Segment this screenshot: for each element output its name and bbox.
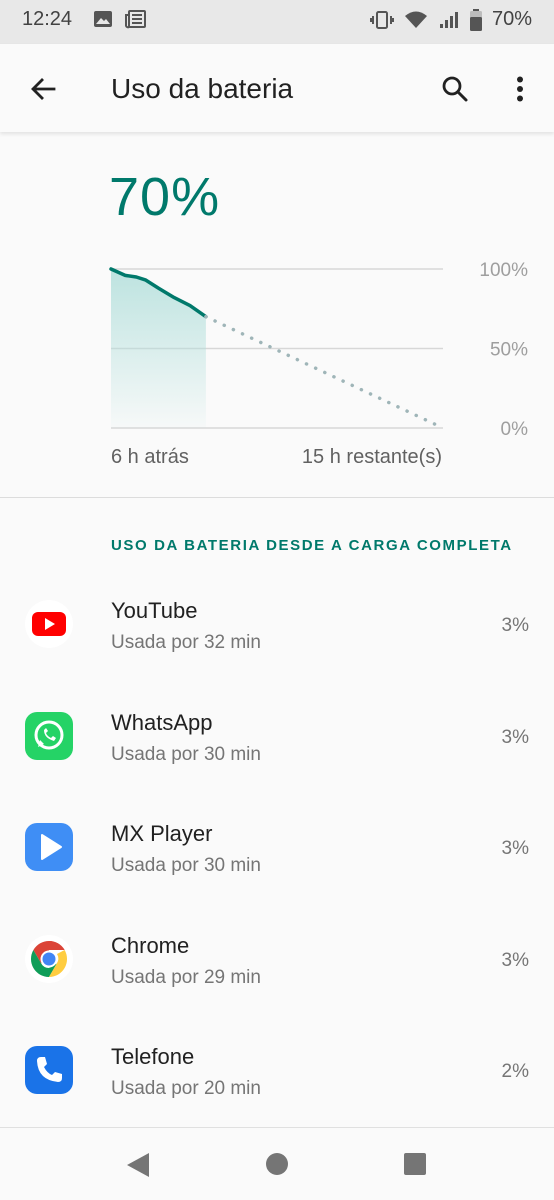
- app-percent: 3%: [501, 949, 529, 971]
- status-left-icons: [93, 9, 147, 29]
- app-row-telefone[interactable]: Telefone Usada por 20 min 2%: [0, 1014, 554, 1126]
- back-button[interactable]: [24, 70, 62, 108]
- battery-chart: 100% 50% 0%: [109, 260, 529, 440]
- app-name: MX Player: [111, 821, 213, 846]
- more-options-button[interactable]: [501, 70, 539, 108]
- app-usage: Usada por 30 min: [111, 743, 261, 765]
- whatsapp-icon: [25, 711, 73, 760]
- app-usage: Usada por 32 min: [111, 632, 261, 653]
- status-battery-percent: 70%: [491, 8, 532, 30]
- app-row-mx-player[interactable]: MX Player Usada por 30 min 3%: [0, 791, 554, 903]
- app-bar: Uso da bateria: [0, 44, 554, 132]
- nav-back-icon[interactable]: [125, 1151, 151, 1179]
- app-percent: 3%: [501, 838, 529, 859]
- divider: [0, 497, 554, 498]
- app-name: Telefone: [111, 1044, 195, 1069]
- signal-icon: [439, 11, 458, 28]
- more-vert-icon: [517, 76, 523, 102]
- app-percent: 3%: [501, 615, 529, 636]
- vibrate-icon: [369, 10, 394, 29]
- navigation-bar: [0, 1127, 554, 1200]
- projection-line: [204, 314, 445, 430]
- app-row-chrome[interactable]: Chrome Usada por 29 min 3%: [0, 903, 554, 1015]
- status-time: 12:24: [22, 8, 73, 30]
- search-icon: [442, 76, 468, 102]
- news-icon: [125, 10, 146, 29]
- chrome-icon: [25, 934, 73, 983]
- app-name: Chrome: [111, 932, 190, 958]
- app-row-whatsapp[interactable]: WhatsApp Usada por 30 min 3%: [0, 680, 554, 792]
- nav-recents-icon[interactable]: [403, 1152, 427, 1176]
- app-percent: 2%: [501, 1061, 529, 1082]
- youtube-icon: [25, 600, 73, 648]
- app-usage: Usada por 30 min: [111, 855, 261, 876]
- page-title: Uso da bateria: [111, 73, 294, 104]
- section-header: USO DA BATERIA DESDE A CARGA COMPLETA: [111, 537, 513, 554]
- history-area: [111, 269, 206, 428]
- app-usage-list: YouTube Usada por 32 min 3% WhatsApp Usa…: [0, 568, 554, 1126]
- chart-end-label: 15 h restante(s): [301, 446, 442, 468]
- battery-icon: [469, 8, 482, 31]
- search-button[interactable]: [436, 70, 474, 108]
- y-tick-label: 0%: [501, 419, 529, 440]
- app-usage: Usada por 20 min: [111, 1078, 261, 1099]
- status-right-icons: 70%: [369, 8, 532, 31]
- app-name: YouTube: [111, 598, 198, 623]
- app-percent: 3%: [501, 726, 529, 748]
- app-row-youtube[interactable]: YouTube Usada por 32 min 3%: [0, 568, 554, 680]
- status-bar: 12:24 70%: [0, 0, 554, 44]
- app-name: WhatsApp: [111, 709, 213, 735]
- app-usage: Usada por 29 min: [111, 966, 261, 988]
- nav-home-icon[interactable]: [265, 1152, 289, 1176]
- image-icon: [94, 11, 112, 27]
- y-tick-label: 50%: [490, 340, 528, 361]
- arrow-back-icon: [31, 78, 56, 100]
- chart-start-label: 6 h atrás: [111, 446, 189, 468]
- y-tick-label: 100%: [479, 260, 528, 281]
- phone-icon: [25, 1046, 73, 1094]
- battery-level: 70%: [109, 167, 221, 227]
- mx-player-icon: [25, 823, 73, 871]
- wifi-icon: [404, 11, 427, 28]
